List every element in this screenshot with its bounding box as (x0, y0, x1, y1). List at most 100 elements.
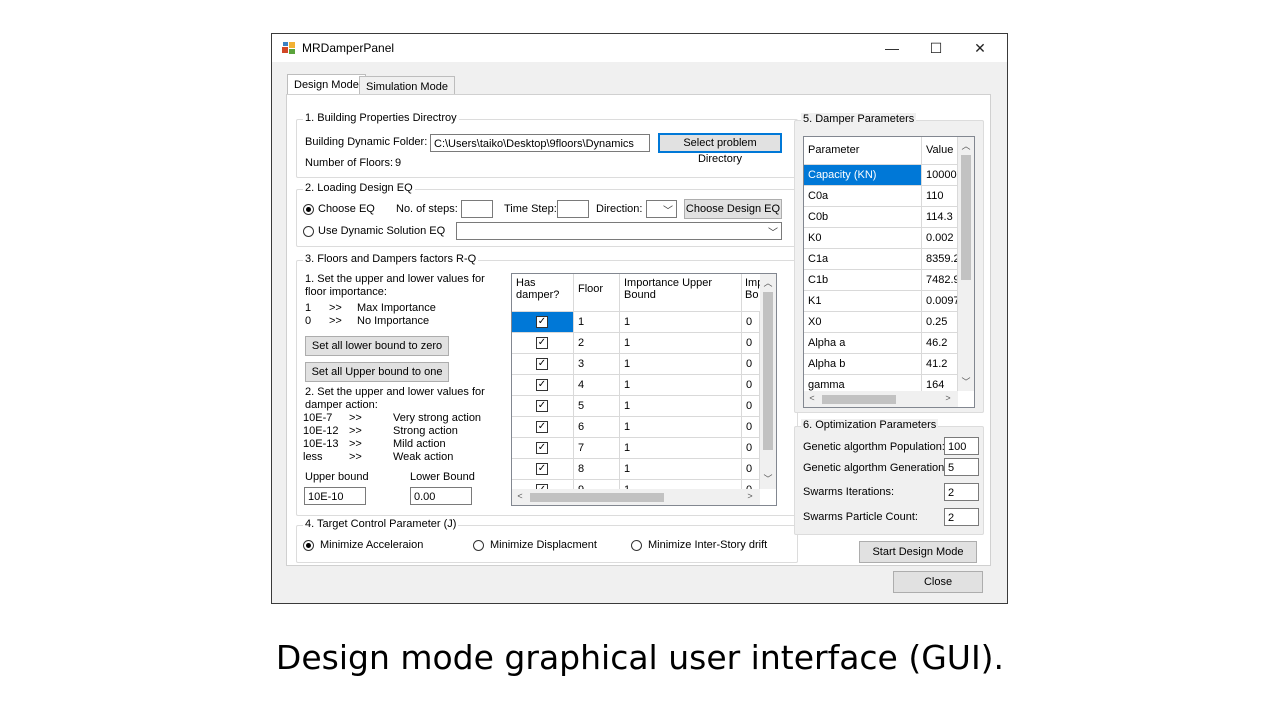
parameter-value-cell[interactable]: 46.2 (922, 333, 958, 354)
table-vertical-scrollbar[interactable]: ︿ ﹀ (760, 274, 776, 489)
floors-table[interactable]: Has damper? Floor Importance Upper Bound… (511, 273, 777, 506)
ga-generation-input[interactable]: 5 (944, 458, 979, 476)
scroll-left-icon[interactable]: < (512, 491, 528, 501)
swarm-iterations-input[interactable]: 2 (944, 483, 979, 501)
parameter-name-cell[interactable]: Capacity (KN) (804, 165, 922, 186)
upper-bound-input[interactable]: 10E-10 (304, 487, 366, 505)
has-damper-checkbox[interactable]: ✓ (536, 358, 548, 370)
tab-simulation-mode[interactable]: Simulation Mode (359, 76, 455, 96)
has-damper-cell[interactable]: ✓ (512, 354, 574, 375)
floor-cell[interactable]: 1 (574, 312, 620, 333)
importance-lower-cell[interactable]: 0 (742, 333, 760, 354)
floor-cell[interactable]: 4 (574, 375, 620, 396)
importance-lower-cell[interactable]: 0 (742, 396, 760, 417)
floor-cell[interactable]: 2 (574, 333, 620, 354)
parameter-name-cell[interactable]: Alpha a (804, 333, 922, 354)
minimize-drift-radio[interactable] (631, 540, 642, 551)
has-damper-checkbox[interactable]: ✓ (536, 337, 548, 349)
has-damper-checkbox[interactable]: ✓ (536, 316, 548, 328)
has-damper-cell[interactable]: ✓ (512, 375, 574, 396)
scroll-right-icon[interactable]: > (940, 393, 956, 403)
scroll-up-icon[interactable]: ︿ (760, 276, 776, 289)
importance-upper-cell[interactable]: 1 (620, 333, 742, 354)
lower-bound-input[interactable]: 0.00 (410, 487, 472, 505)
parameter-value-cell[interactable]: 110 (922, 186, 958, 207)
folder-path-field[interactable]: C:\Users\taiko\Desktop\9floors\Dynamics (430, 134, 650, 152)
has-damper-cell[interactable]: ✓ (512, 459, 574, 480)
table-hscroll-thumb[interactable] (530, 493, 664, 502)
params-vertical-scrollbar[interactable]: ︿ ﹀ (958, 137, 974, 391)
choose-eq-radio[interactable] (303, 204, 314, 215)
parameter-name-cell[interactable]: C0a (804, 186, 922, 207)
damper-parameters-table[interactable]: Parameter Value Capacity (KN) 10000 C0a 110… (803, 136, 975, 408)
importance-upper-cell[interactable]: 1 (620, 417, 742, 438)
importance-lower-cell[interactable]: 0 (742, 375, 760, 396)
importance-upper-cell[interactable]: 1 (620, 438, 742, 459)
tab-design-mode[interactable]: Design Mode (287, 74, 366, 96)
minimize-button[interactable]: — (872, 36, 912, 60)
parameter-value-cell[interactable]: 7482.9 (922, 270, 958, 291)
importance-upper-cell[interactable]: 1 (620, 312, 742, 333)
start-design-mode-button[interactable]: Start Design Mode (859, 541, 977, 563)
floor-cell[interactable]: 5 (574, 396, 620, 417)
parameter-name-cell[interactable]: Alpha b (804, 354, 922, 375)
has-damper-checkbox[interactable]: ✓ (536, 421, 548, 433)
parameter-value-cell[interactable]: 10000 (922, 165, 958, 186)
scroll-left-icon[interactable]: < (804, 393, 820, 403)
choose-design-eq-button[interactable]: Choose Design EQ (684, 199, 782, 219)
close-button[interactable]: Close (893, 571, 983, 593)
parameter-value-cell[interactable]: 0.0097 (922, 291, 958, 312)
select-directory-button[interactable]: Select problem Directory (658, 133, 782, 165)
importance-lower-cell[interactable]: 0 (742, 459, 760, 480)
parameter-value-cell[interactable]: 0.002 (922, 228, 958, 249)
close-window-button[interactable]: ✕ (960, 36, 1000, 60)
parameter-name-cell[interactable]: C0b (804, 207, 922, 228)
use-dynamic-radio[interactable] (303, 226, 314, 237)
steps-input[interactable] (461, 200, 493, 218)
scroll-right-icon[interactable]: > (742, 491, 758, 501)
parameter-value-cell[interactable]: 114.3 (922, 207, 958, 228)
floor-cell[interactable]: 3 (574, 354, 620, 375)
scroll-down-icon[interactable]: ﹀ (760, 472, 776, 485)
importance-lower-cell[interactable]: 0 (742, 312, 760, 333)
importance-lower-cell[interactable]: 0 (742, 417, 760, 438)
table-vscroll-thumb[interactable] (763, 292, 773, 450)
minimize-displacement-radio[interactable] (473, 540, 484, 551)
importance-upper-cell[interactable]: 1 (620, 375, 742, 396)
parameter-value-cell[interactable]: 0.25 (922, 312, 958, 333)
ga-population-input[interactable]: 100 (944, 437, 979, 455)
importance-lower-cell[interactable]: 0 (742, 438, 760, 459)
parameter-name-cell[interactable]: K1 (804, 291, 922, 312)
scroll-up-icon[interactable]: ︿ (958, 139, 974, 152)
direction-dropdown[interactable]: ﹀ (646, 200, 677, 218)
parameter-name-cell[interactable]: C1b (804, 270, 922, 291)
floor-cell[interactable]: 8 (574, 459, 620, 480)
importance-lower-cell[interactable]: 0 (742, 354, 760, 375)
importance-upper-cell[interactable]: 1 (620, 459, 742, 480)
parameter-value-cell[interactable]: 41.2 (922, 354, 958, 375)
has-damper-cell[interactable]: ✓ (512, 438, 574, 459)
set-upper-one-button[interactable]: Set all Upper bound to one (305, 362, 449, 382)
timestep-input[interactable] (557, 200, 589, 218)
has-damper-cell[interactable]: ✓ (512, 396, 574, 417)
floor-cell[interactable]: 6 (574, 417, 620, 438)
has-damper-cell[interactable]: ✓ (512, 333, 574, 354)
params-horizontal-scrollbar[interactable]: < > (804, 391, 958, 407)
has-damper-checkbox[interactable]: ✓ (536, 400, 548, 412)
parameter-name-cell[interactable]: C1a (804, 249, 922, 270)
floor-cell[interactable]: 7 (574, 438, 620, 459)
has-damper-cell[interactable]: ✓ (512, 312, 574, 333)
swarm-particles-input[interactable]: 2 (944, 508, 979, 526)
has-damper-checkbox[interactable]: ✓ (536, 379, 548, 391)
has-damper-cell[interactable]: ✓ (512, 417, 574, 438)
maximize-button[interactable]: ☐ (916, 36, 956, 60)
params-vscroll-thumb[interactable] (961, 155, 971, 280)
scroll-down-icon[interactable]: ﹀ (958, 375, 974, 388)
has-damper-checkbox[interactable]: ✓ (536, 463, 548, 475)
dynamic-eq-dropdown[interactable]: ﹀ (456, 222, 782, 240)
parameter-value-cell[interactable]: 8359.2 (922, 249, 958, 270)
importance-upper-cell[interactable]: 1 (620, 354, 742, 375)
importance-upper-cell[interactable]: 1 (620, 396, 742, 417)
parameter-name-cell[interactable]: X0 (804, 312, 922, 333)
minimize-acceleration-radio[interactable] (303, 540, 314, 551)
